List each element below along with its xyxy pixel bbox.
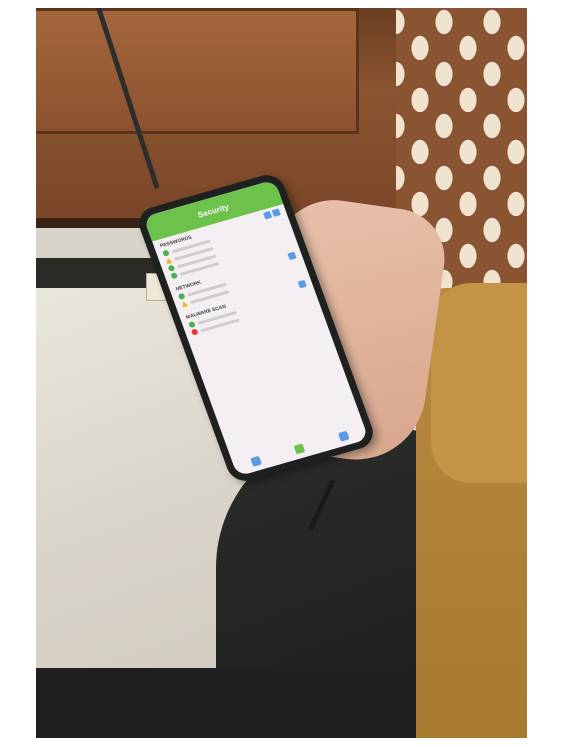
drawer bbox=[36, 8, 359, 134]
nav-home-icon[interactable] bbox=[250, 455, 262, 467]
warning-icon bbox=[180, 300, 189, 308]
check-icon bbox=[162, 249, 170, 257]
nav-settings-icon[interactable] bbox=[337, 430, 350, 442]
info-button[interactable] bbox=[263, 210, 273, 220]
error-icon bbox=[190, 328, 199, 336]
app-title: Security bbox=[196, 201, 230, 220]
check-icon bbox=[167, 264, 176, 272]
info-button[interactable] bbox=[297, 279, 307, 289]
check-icon bbox=[188, 320, 196, 329]
leg-lower bbox=[36, 668, 436, 738]
info-button[interactable] bbox=[287, 251, 297, 261]
check-icon bbox=[177, 292, 186, 301]
nav-security-icon[interactable] bbox=[293, 442, 306, 454]
sweater-sleeve bbox=[431, 283, 527, 483]
check-icon bbox=[170, 272, 179, 280]
warning-icon bbox=[164, 257, 173, 265]
scan-button[interactable] bbox=[271, 208, 281, 217]
photo: Security PASSWORDS NETWORK MALWARE SCAN bbox=[36, 8, 527, 738]
